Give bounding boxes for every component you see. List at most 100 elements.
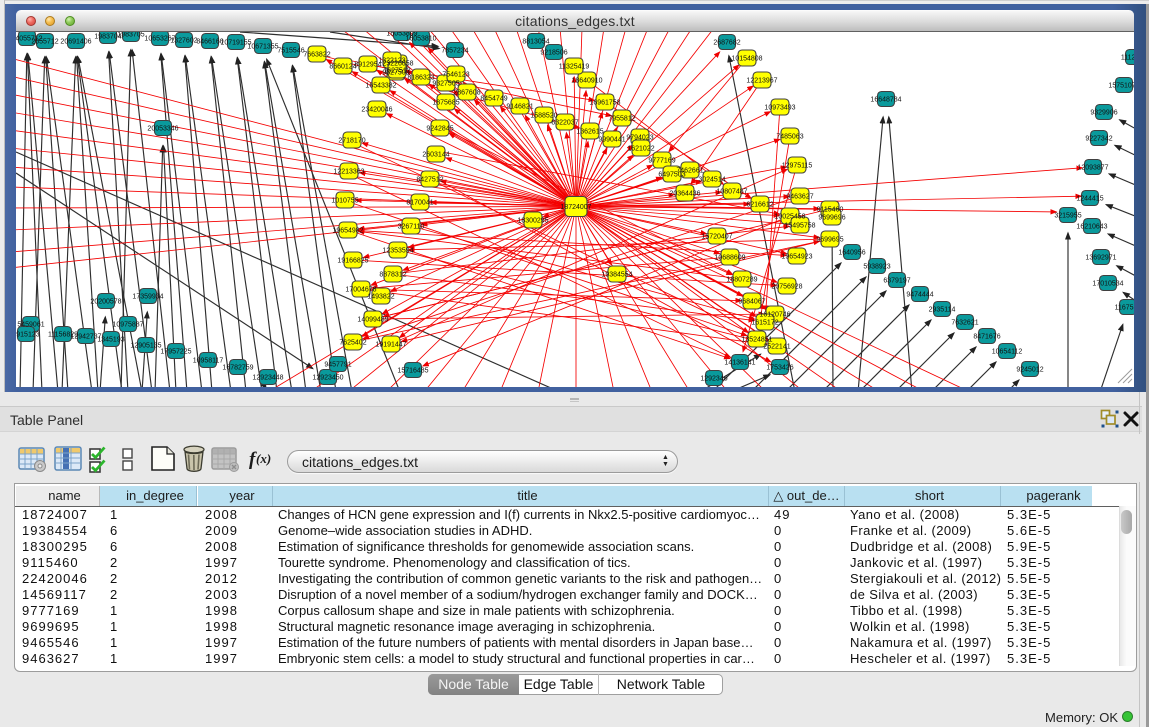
svg-text:16648784: 16648784: [870, 97, 901, 104]
svg-text:23420046: 23420046: [361, 107, 392, 114]
svg-text:9115460: 9115460: [817, 207, 844, 214]
svg-text:20756928: 20756928: [771, 284, 802, 291]
svg-text:7955812: 7955812: [608, 116, 635, 123]
svg-text:8170041: 8170041: [406, 200, 433, 207]
svg-text:7515546: 7515546: [277, 48, 304, 55]
svg-text:13524851: 13524851: [741, 337, 772, 344]
svg-text:9684067: 9684067: [738, 299, 765, 306]
svg-text:10154808: 10154808: [731, 56, 762, 63]
svg-text:1292346: 1292346: [700, 376, 727, 383]
svg-text:19191447: 19191447: [375, 342, 406, 349]
svg-text:9245012: 9245012: [1016, 367, 1043, 374]
svg-text:12213967: 12213967: [746, 78, 777, 85]
svg-text:12923450: 12923450: [312, 375, 343, 382]
svg-text:1244415: 1244415: [1076, 196, 1103, 203]
svg-text:9329906: 9329906: [1090, 110, 1117, 117]
svg-text:12905135: 12905135: [130, 343, 161, 350]
svg-text:17010534: 17010534: [1092, 281, 1123, 288]
svg-text:8471676: 8471676: [973, 334, 1000, 341]
svg-text:1753426: 1753426: [766, 365, 793, 372]
svg-text:1112345: 1112345: [1121, 55, 1134, 62]
svg-text:9146821: 9146821: [506, 104, 533, 111]
svg-text:1588520: 1588520: [530, 113, 557, 120]
svg-text:3024514: 3024514: [698, 177, 725, 184]
svg-text:9699695: 9699695: [816, 237, 843, 244]
svg-text:12975115: 12975115: [782, 163, 813, 170]
svg-text:16120746: 16120746: [759, 312, 790, 319]
svg-text:10973493: 10973493: [764, 105, 795, 112]
svg-text:11325419: 11325419: [559, 64, 590, 71]
svg-text:12923448: 12923448: [252, 375, 283, 382]
svg-text:17359934: 17359934: [132, 294, 163, 301]
svg-text:10688609: 10688609: [714, 255, 745, 262]
svg-text:19166825: 19166825: [337, 258, 368, 265]
svg-text:8454749: 8454749: [480, 96, 507, 103]
svg-text:18724007: 18724007: [560, 204, 591, 211]
svg-text:8660124: 8660124: [329, 64, 356, 71]
svg-text:10975887: 10975887: [112, 322, 143, 329]
svg-text:8813054: 8813054: [522, 39, 549, 46]
svg-text:20691406: 20691406: [60, 39, 91, 46]
svg-text:3915123: 3915123: [16, 332, 40, 339]
svg-text:10958117: 10958117: [193, 358, 224, 365]
svg-text:9699696: 9699696: [818, 215, 845, 222]
svg-text:15495758: 15495758: [784, 223, 815, 230]
svg-text:9242845: 9242845: [426, 126, 453, 133]
svg-text:17957225: 17957225: [160, 349, 191, 356]
svg-text:12353594: 12353594: [382, 248, 413, 255]
svg-text:13692971: 13692971: [1085, 255, 1116, 262]
svg-text:6379197: 6379197: [883, 278, 910, 285]
svg-text:19384554: 19384554: [601, 272, 632, 279]
svg-text:15751074: 15751074: [1108, 83, 1134, 90]
svg-text:1010755: 1010755: [331, 198, 358, 205]
svg-text:20200578: 20200578: [90, 299, 121, 306]
svg-text:2718170: 2718170: [338, 138, 365, 145]
svg-text:2687682: 2687682: [713, 40, 740, 47]
svg-text:3215955: 3215955: [1054, 213, 1081, 220]
svg-text:2867608: 2867608: [453, 90, 480, 97]
svg-text:14136141: 14136141: [724, 360, 755, 367]
svg-text:6216612: 6216612: [746, 202, 773, 209]
svg-text:8186323: 8186323: [407, 75, 434, 82]
svg-text:16053810: 16053810: [405, 36, 436, 43]
svg-text:7857234: 7857234: [441, 48, 468, 55]
svg-text:9463627: 9463627: [786, 194, 813, 201]
svg-text:10654112: 10654112: [992, 349, 1023, 356]
svg-text:7485063: 7485063: [776, 134, 803, 141]
svg-text:8322037: 8322037: [551, 120, 578, 127]
svg-text:7462661: 7462661: [676, 168, 703, 175]
svg-text:2522141: 2522141: [763, 344, 790, 351]
svg-text:20053346: 20053346: [147, 126, 178, 133]
svg-text:1621022: 1621022: [627, 146, 654, 153]
svg-text:9794023: 9794023: [626, 135, 653, 142]
svg-text:18640910: 18640910: [571, 78, 602, 85]
svg-text:1167535: 1167535: [1115, 305, 1134, 312]
svg-text:15720407: 15720407: [701, 234, 732, 241]
svg-text:9474444: 9474444: [906, 292, 933, 299]
svg-text:2055712: 2055712: [31, 39, 58, 46]
svg-text:9327505: 9327505: [432, 81, 459, 88]
svg-text:2603144: 2603144: [422, 152, 449, 159]
svg-text:15716485: 15716485: [397, 368, 428, 375]
svg-text:2935114: 2935114: [929, 307, 956, 314]
svg-text:1362615: 1362615: [576, 129, 603, 136]
svg-text:8427512: 8427512: [416, 177, 443, 184]
svg-text:5938923: 5938923: [863, 264, 890, 271]
svg-text:1322123: 1322123: [378, 58, 405, 65]
svg-text:10807487: 10807487: [716, 189, 747, 196]
svg-text:7632621: 7632621: [951, 320, 978, 327]
svg-text:1627512: 1627512: [383, 68, 410, 75]
svg-text:9777169: 9777169: [648, 158, 675, 165]
svg-text:1327602: 1327602: [170, 38, 197, 45]
svg-text:3267110: 3267110: [398, 224, 425, 231]
svg-text:18300295: 18300295: [517, 218, 548, 225]
svg-text:12213363: 12213363: [333, 169, 364, 176]
svg-text:1640956: 1640956: [838, 250, 865, 257]
svg-text:16210643: 16210643: [1076, 224, 1107, 231]
svg-text:(x): (x): [256, 451, 271, 466]
svg-text:12093877: 12093877: [1077, 165, 1108, 172]
svg-text:18807289: 18807289: [726, 277, 757, 284]
svg-text:8878312: 8878312: [379, 272, 406, 279]
svg-text:9227342: 9227342: [1085, 136, 1112, 143]
svg-text:14099489: 14099489: [357, 317, 388, 324]
